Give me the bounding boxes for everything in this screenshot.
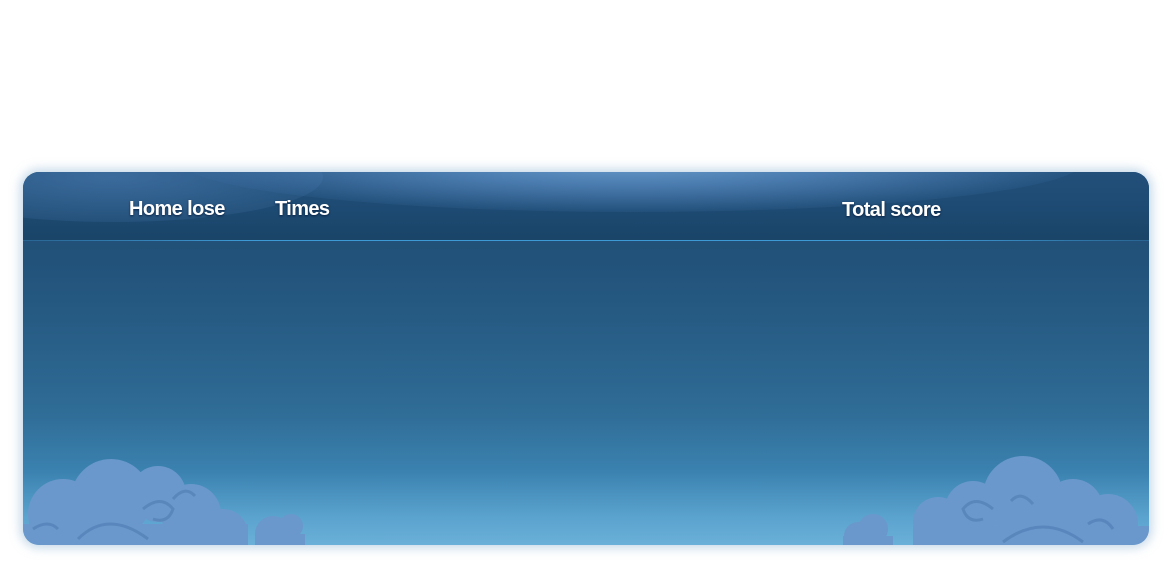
cloud-icon: [23, 459, 305, 545]
table-header: Home lose Times Total score: [23, 172, 1149, 240]
cloud-icon: [843, 456, 1149, 545]
column-header-total-score: Total score: [842, 199, 941, 221]
page: Home lose Times Total score: [0, 0, 1172, 567]
column-header-times: Times: [275, 198, 330, 220]
score-table-panel: Home lose Times Total score: [23, 172, 1149, 545]
column-header-home-lose: Home lose: [129, 198, 225, 220]
